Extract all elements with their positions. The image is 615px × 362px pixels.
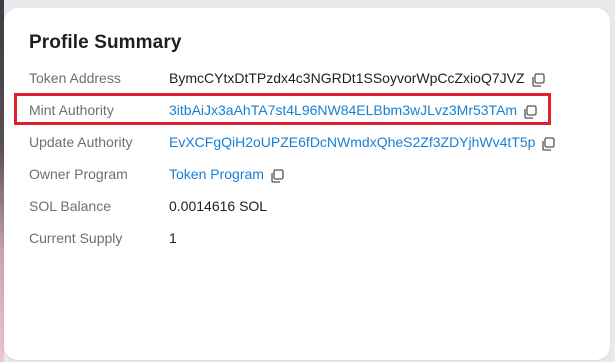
mint-authority-highlight-box xyxy=(14,93,551,125)
update-authority-link[interactable]: EvXCFgQiH2oUPZE6fDcNWmdxQheS2Zf3ZDYjhWv4… xyxy=(169,134,535,150)
row-label: Owner Program xyxy=(29,166,128,182)
profile-summary-card: Profile Summary Token Address BymcCYtxDt… xyxy=(4,8,610,360)
row-token-address: Token Address BymcCYtxDtTPzdx4c3NGRDt1SS… xyxy=(29,68,545,88)
card-title: Profile Summary xyxy=(29,32,182,53)
row-label: Token Address xyxy=(29,70,121,86)
current-supply-value: 1 xyxy=(169,230,177,246)
row-sol-balance: SOL Balance 0.0014616 SOL xyxy=(29,196,267,216)
row-label: Update Authority xyxy=(29,134,133,150)
sol-balance-value: 0.0014616 SOL xyxy=(169,198,268,214)
row-current-supply: Current Supply 1 xyxy=(29,228,177,248)
copy-icon[interactable] xyxy=(541,137,556,151)
copy-icon[interactable] xyxy=(531,73,545,87)
copy-icon[interactable] xyxy=(270,169,284,183)
page: Profile Summary Token Address BymcCYtxDt… xyxy=(0,0,615,362)
row-label: SOL Balance xyxy=(29,198,111,214)
owner-program-link[interactable]: Token Program xyxy=(169,166,264,182)
row-owner-program: Owner Program Token Program xyxy=(29,164,284,184)
row-update-authority: Update Authority EvXCFgQiH2oUPZE6fDcNWmd… xyxy=(29,132,556,152)
token-address-value: BymcCYtxDtTPzdx4c3NGRDt1SSoyvorWpCcZxioQ… xyxy=(169,70,525,86)
row-label: Current Supply xyxy=(29,230,123,246)
